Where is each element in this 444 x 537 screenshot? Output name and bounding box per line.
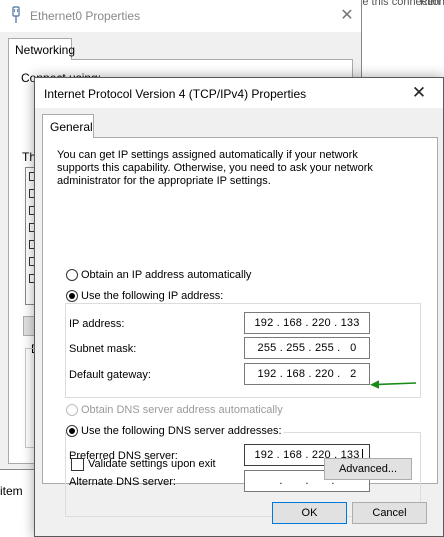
close-icon[interactable]: ✕	[407, 82, 431, 104]
obtain-dns-auto-radio[interactable]	[66, 404, 78, 416]
ethernet-close-icon[interactable]: ✕	[336, 6, 358, 26]
ok-button[interactable]: OK	[272, 502, 347, 524]
ipv4-dialog-title: Internet Protocol Version 4 (TCP/IPv4) P…	[44, 87, 307, 101]
use-ip-manual-radio[interactable]	[66, 290, 78, 302]
subnet-mask-input[interactable]: 255 . 255 . 255 . 0	[244, 337, 370, 359]
cancel-button[interactable]: Cancel	[352, 502, 427, 524]
ethernet-titlebar: Ethernet0 Properties ✕	[0, 0, 361, 32]
validate-settings-checkbox[interactable]	[71, 458, 84, 471]
advanced-button[interactable]: Advanced...	[324, 458, 412, 480]
general-panel: You can get IP settings assigned automat…	[42, 137, 438, 517]
tab-networking[interactable]: Networking	[8, 38, 75, 60]
default-gateway-label: Default gateway:	[69, 369, 151, 381]
obtain-ip-auto-radio[interactable]	[66, 269, 78, 281]
tab-general[interactable]: General	[42, 114, 94, 138]
ip-address-input[interactable]: 192 . 168 . 220 . 133	[244, 312, 370, 334]
obtain-ip-auto-label: Obtain an IP address automatically	[81, 269, 252, 281]
use-ip-manual-label: Use the following IP address:	[81, 290, 224, 302]
use-dns-manual-radio[interactable]	[66, 425, 78, 437]
obtain-dns-auto-option[interactable]: Obtain DNS server address automatically	[66, 404, 285, 416]
ethernet-window-title: Ethernet0 Properties	[30, 9, 141, 23]
alternate-dns-label: Alternate DNS server:	[69, 476, 176, 488]
ipv4-properties-dialog: Internet Protocol Version 4 (TCP/IPv4) P…	[34, 77, 444, 537]
ip-address-label: IP address:	[69, 318, 125, 330]
obtain-dns-auto-label: Obtain DNS server address automatically	[81, 404, 283, 416]
rename-fragment: Ren	[420, 0, 441, 8]
annotation-arrow-icon	[370, 380, 417, 389]
use-ip-manual-option[interactable]: Use the following IP address:	[66, 290, 226, 302]
validate-settings-label: Validate settings upon exit	[88, 458, 216, 470]
network-adapter-icon	[12, 6, 20, 23]
obtain-ip-auto-option[interactable]: Obtain an IP address automatically	[66, 269, 254, 281]
use-dns-manual-option[interactable]: Use the following DNS server addresses:	[66, 425, 284, 437]
background-item-text: item	[0, 484, 23, 498]
description-text: You can get IP settings assigned automat…	[57, 149, 373, 187]
ipv4-titlebar: Internet Protocol Version 4 (TCP/IPv4) P…	[35, 78, 443, 108]
background-toolbar-fragment: Diagnose this connection Ren	[362, 0, 444, 12]
default-gateway-input[interactable]: 192 . 168 . 220 . 2	[244, 363, 370, 385]
subnet-mask-label: Subnet mask:	[69, 343, 137, 355]
use-dns-manual-label: Use the following DNS server addresses:	[81, 425, 282, 437]
